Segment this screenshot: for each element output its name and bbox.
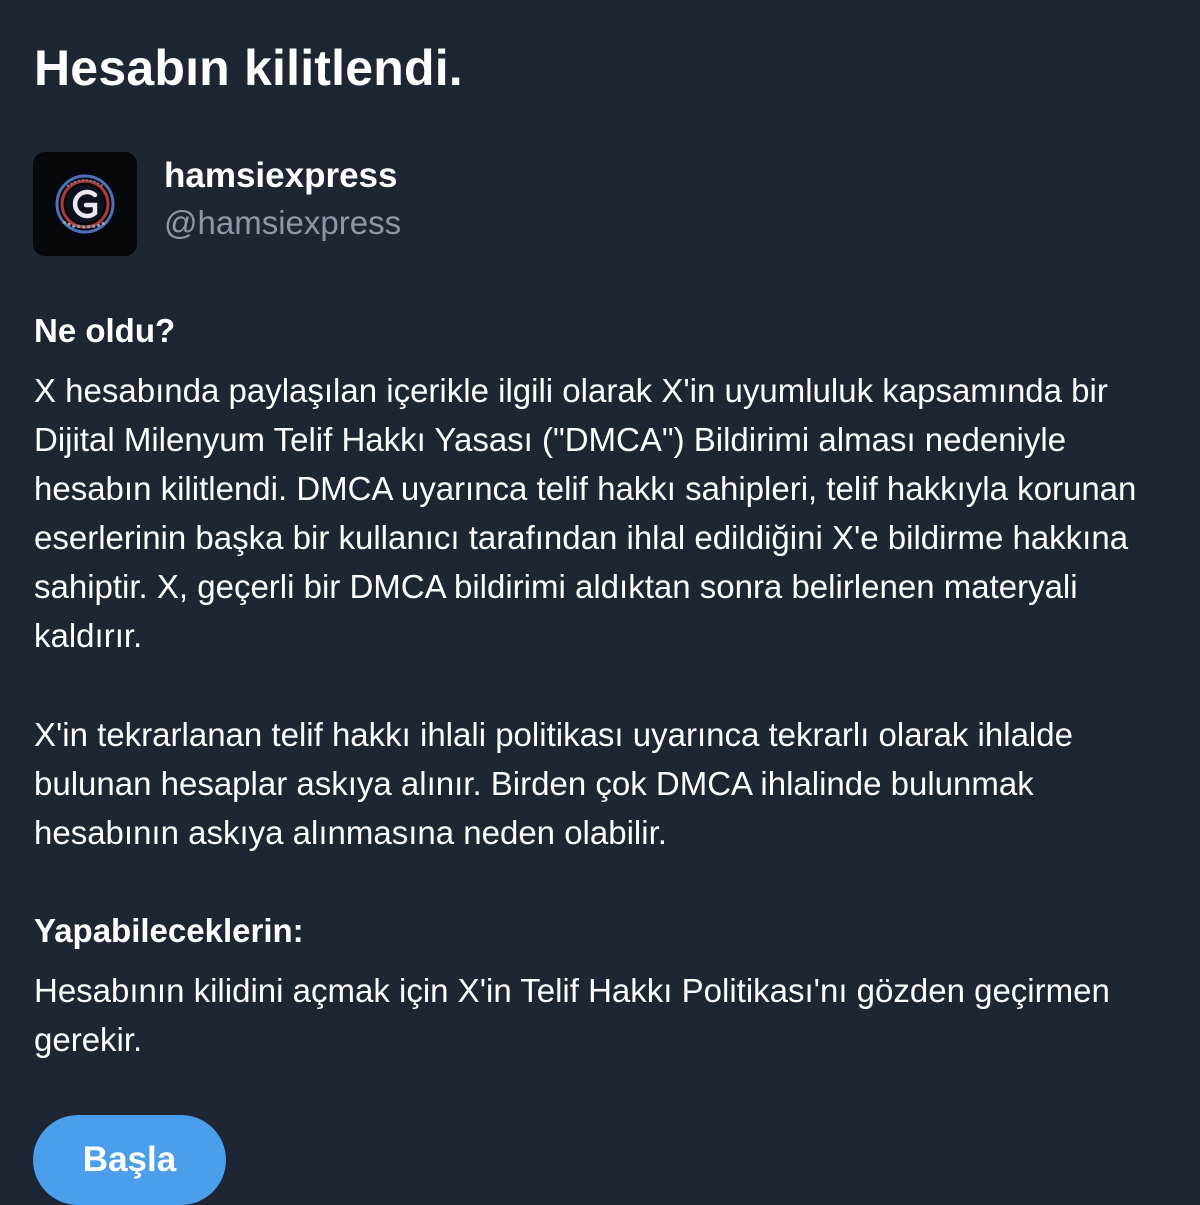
account-display-name: hamsiexpress [164,156,398,195]
avatar-logo-graphic [55,174,115,234]
account-handle: @hamsiexpress [164,204,402,241]
account-card: hamsiexpress @hamsiexpress [33,152,401,256]
what-happened-paragraph-2: X'in tekrarlanan telif hakkı ihlali poli… [34,716,1073,851]
what-happened-paragraph-1: X hesabında paylaşılan içerikle ilgili o… [34,372,1137,654]
what-you-can-do-heading: Yapabileceklerin: [34,912,304,949]
what-you-can-do-paragraph: Hesabının kilidini açmak için X'in Telif… [34,972,1110,1058]
logo-avatar-icon [33,152,137,256]
page-title: Hesabın kilitlendi. [34,40,463,96]
locked-account-page: Hesabın kilitlendi. hamsiexpress @hamsie… [0,0,1200,1205]
what-happened-heading: Ne oldu? [34,312,176,349]
start-button[interactable]: Başla [33,1115,226,1205]
account-info: hamsiexpress @hamsiexpress [164,154,401,246]
